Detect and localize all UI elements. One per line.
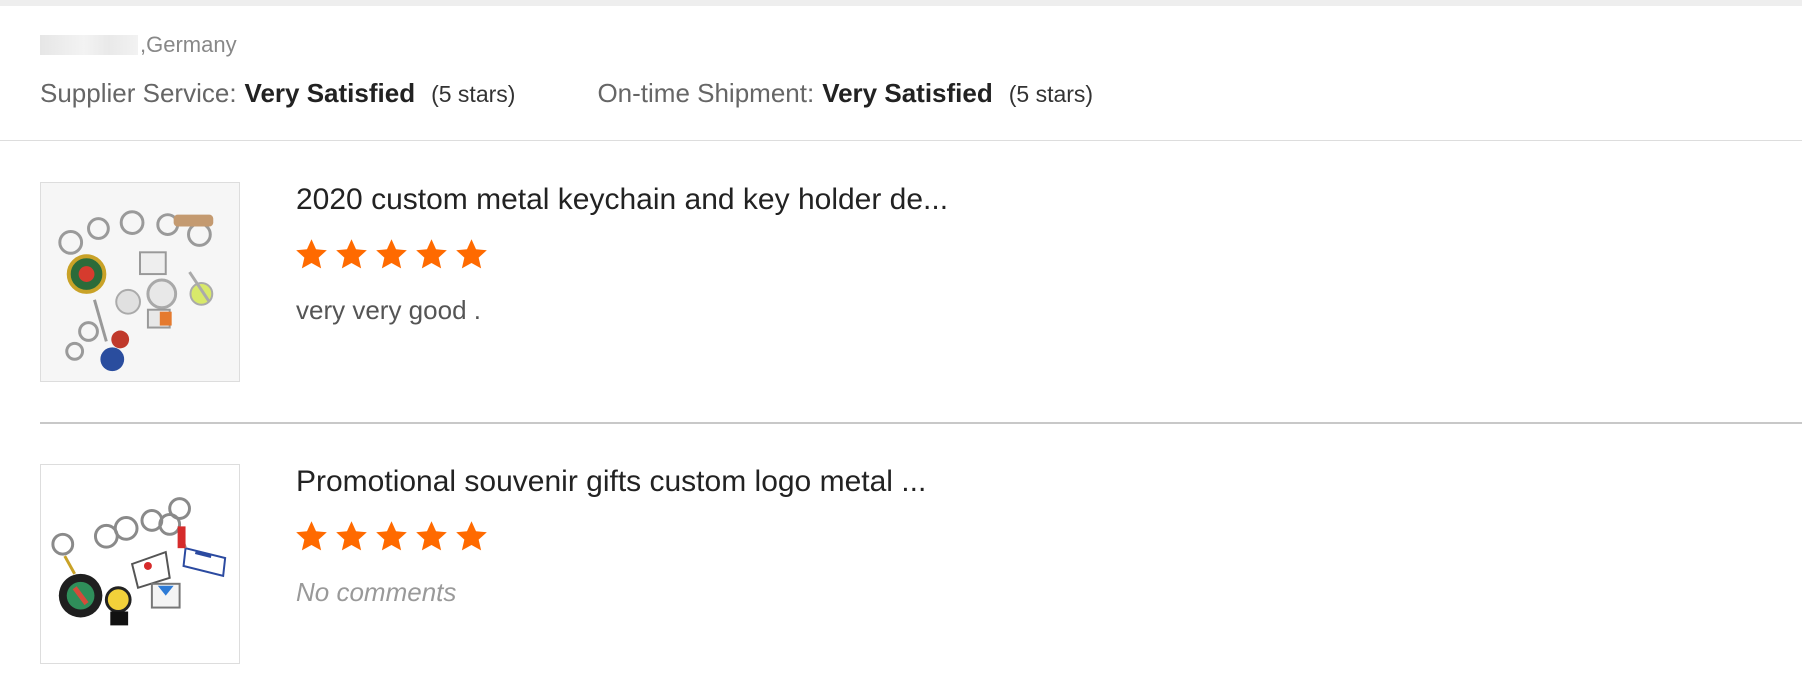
product-title-link[interactable]: Promotional souvenir gifts custom logo m… <box>296 464 926 500</box>
section-divider <box>0 140 1802 141</box>
keychains-image <box>41 183 239 381</box>
star-icon <box>456 521 487 551</box>
product-thumbnail[interactable] <box>40 464 240 664</box>
star-icon <box>336 521 367 551</box>
shipment-stars: (5 stars) <box>1008 81 1094 107</box>
review-comment: No comments <box>296 577 457 607</box>
review-item: Promotional souvenir gifts custom logo m… <box>40 464 1802 664</box>
star-icon <box>416 521 447 551</box>
top-band <box>0 0 1802 6</box>
review-comment: very very good . <box>296 295 481 325</box>
star-icon <box>376 521 407 551</box>
shipment-value: Very Satisfied <box>822 78 993 108</box>
star-rating <box>294 519 489 554</box>
star-rating <box>294 237 489 272</box>
reviewer-location: ,Germany <box>140 32 237 57</box>
keychains-image <box>41 465 239 663</box>
star-icon <box>456 239 487 269</box>
review-item: 2020 custom metal keychain and key holde… <box>40 182 1802 382</box>
reviewer-name-redacted <box>40 35 138 55</box>
star-icon <box>336 239 367 269</box>
product-title-link[interactable]: 2020 custom metal keychain and key holde… <box>296 182 948 218</box>
supplier-ratings-row: Supplier Service: Very Satisfied (5 star… <box>40 78 1093 109</box>
supplier-service-stars: (5 stars) <box>431 81 516 107</box>
star-icon <box>416 239 447 269</box>
star-icon <box>296 521 327 551</box>
supplier-service-label: Supplier Service: <box>40 78 237 108</box>
star-icon <box>296 239 327 269</box>
star-icon <box>376 239 407 269</box>
supplier-service-value: Very Satisfied <box>244 78 416 108</box>
product-thumbnail[interactable] <box>40 182 240 382</box>
shipment-rating: On-time Shipment: Very Satisfied (5 star… <box>597 78 1093 109</box>
review-divider <box>40 422 1802 424</box>
reviewer-info: ,Germany <box>40 32 237 58</box>
shipment-label: On-time Shipment: <box>597 78 815 108</box>
